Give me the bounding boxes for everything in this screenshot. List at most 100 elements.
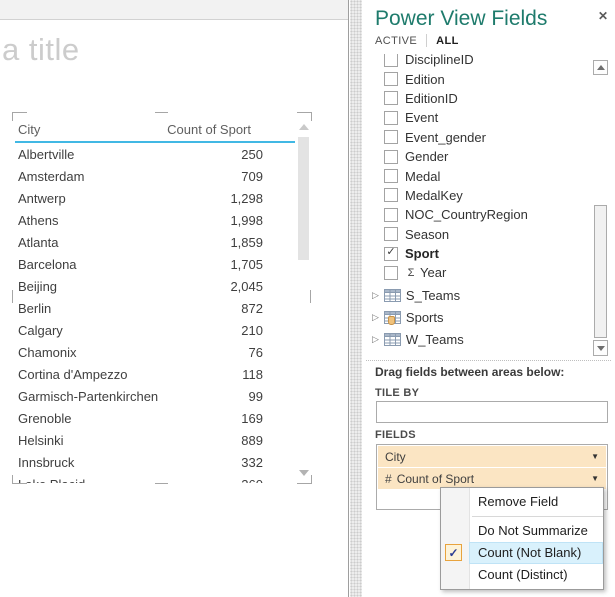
report-title-placeholder[interactable]: a title [2,32,80,68]
cell-count: 2,045 [230,279,295,294]
menu-item[interactable]: Remove Field [441,491,603,513]
field-list-item[interactable]: NOC_CountryRegion [362,205,587,224]
field-list-item[interactable]: DisciplineID [362,54,587,69]
dropdown-arrow-icon[interactable]: ▼ [591,452,599,461]
field-list-item[interactable]: EditionID [362,89,587,108]
menu-item-label: Count (Distinct) [478,567,568,582]
table-tree-item[interactable]: ▷ Sports [362,306,587,328]
fields-scrollbar-thumb[interactable] [594,205,607,338]
column-header-count[interactable]: Count of Sport [167,122,295,137]
field-list-item[interactable]: Edition [362,69,587,88]
checkbox[interactable] [384,227,398,241]
pill-label: Count of Sport [397,472,474,486]
menu-item[interactable]: Do Not Summarize [441,520,603,542]
field-label: Season [405,227,449,242]
selection-handle-top-middle[interactable] [155,112,168,113]
table-tree-item[interactable]: ▷ W_Teams [362,328,587,350]
field-label: Event_gender [405,130,486,145]
selection-handle-top-right[interactable] [297,112,312,121]
table-scroll-up-icon[interactable] [299,124,309,130]
selection-handle-right-middle[interactable] [310,290,311,303]
canvas-top-strip [0,0,348,20]
selection-handle-top-left[interactable] [12,112,27,121]
cell-city: Berlin [15,301,51,316]
close-icon[interactable]: ✕ [598,9,608,23]
table-row: Lake Placid 260 [15,473,295,483]
checkbox[interactable] [384,130,398,144]
checkbox[interactable] [384,150,398,164]
cell-count: 332 [241,455,295,470]
expander-icon[interactable]: ▷ [372,334,379,345]
field-list-item[interactable]: MedalKey [362,186,587,205]
section-divider [366,360,611,361]
checkbox[interactable] [384,188,398,202]
cell-count: 709 [241,169,295,184]
checkbox[interactable] [384,72,398,86]
pane-divider-strip [350,0,362,597]
field-list-item[interactable]: Event [362,108,587,127]
cell-city: Calgary [15,323,63,338]
dropdown-arrow-icon[interactable]: ▼ [591,474,599,483]
field-list-item[interactable]: Gender [362,147,587,166]
menu-item-label: Do Not Summarize [478,523,588,538]
selection-handle-left-middle[interactable] [12,290,13,303]
pane-title: Power View Fields [375,7,547,31]
table-row: Atlanta 1,859 [15,231,295,253]
table-row: Innsbruck 332 [15,451,295,473]
up-arrow-icon [597,65,605,70]
selection-handle-bottom-left[interactable] [12,475,27,484]
field-list-item[interactable]: Σ Year [362,263,587,282]
field-list-item[interactable]: ✓ Sport [362,244,587,263]
field-label: Sport [405,246,439,261]
field-label: DisciplineID [405,54,474,67]
fields-scroll-down-button[interactable] [593,340,608,356]
selection-handle-bottom-right[interactable] [297,475,312,484]
cell-count: 118 [242,367,295,382]
field-label: Gender [405,149,448,164]
column-header-city[interactable]: City [15,122,40,137]
table-name: S_Teams [406,288,460,303]
field-list-item[interactable]: Event_gender [362,128,587,147]
tile-by-well[interactable] [376,401,608,423]
field-label: MedalKey [405,188,463,203]
menu-item[interactable]: Count (Distinct) [441,564,603,586]
fields-scroll-up-button[interactable] [593,60,608,75]
menu-item-label: Remove Field [478,494,558,509]
report-canvas[interactable]: a title City Count of Sport Albertville … [0,0,349,597]
selection-handle-bottom-middle[interactable] [155,483,168,484]
cell-count: 260 [241,477,295,484]
checkbox[interactable] [384,54,398,67]
table-row: Calgary 210 [15,319,295,341]
cell-city: Athens [15,213,58,228]
checkbox[interactable]: ✓ [384,247,398,261]
table-tree-item[interactable]: ▷ S_Teams [362,284,587,306]
table-name: W_Teams [406,332,464,347]
checkbox[interactable] [384,169,398,183]
field-well-pill[interactable]: City ▼ [378,446,606,467]
cell-city: Cortina d'Ampezzo [15,367,127,382]
cell-city: Garmisch-Partenkirchen [15,389,158,404]
table-row: Garmisch-Partenkirchen 99 [15,385,295,407]
checkbox[interactable] [384,208,398,222]
checkbox[interactable] [384,91,398,105]
table-visualization[interactable]: City Count of Sport Albertville 250 Amst… [12,112,311,483]
table-row: Albertville 250 [15,143,295,165]
cell-city: Barcelona [15,257,77,272]
menu-item[interactable]: Count (Not Blank) ✓ [469,542,603,564]
numeric-field-icon: # [385,472,392,486]
field-list-item[interactable]: Medal [362,166,587,185]
expander-icon[interactable]: ▷ [372,290,379,301]
cell-count: 250 [241,147,295,162]
tab-active[interactable]: ACTIVE [375,35,417,47]
table-row: Amsterdam 709 [15,165,295,187]
field-well-pill[interactable]: # Count of Sport ▼ [378,468,606,489]
checkbox[interactable] [384,266,398,280]
table-icon [384,311,401,324]
cell-count: 1,705 [230,257,295,272]
field-list-item[interactable]: Season [362,225,587,244]
checkbox[interactable] [384,111,398,125]
table-body: Albertville 250 Amsterdam 709 Antwerp 1,… [15,143,295,483]
tab-all[interactable]: ALL [436,35,459,47]
table-scrollbar-thumb[interactable] [298,137,309,260]
expander-icon[interactable]: ▷ [372,312,379,323]
